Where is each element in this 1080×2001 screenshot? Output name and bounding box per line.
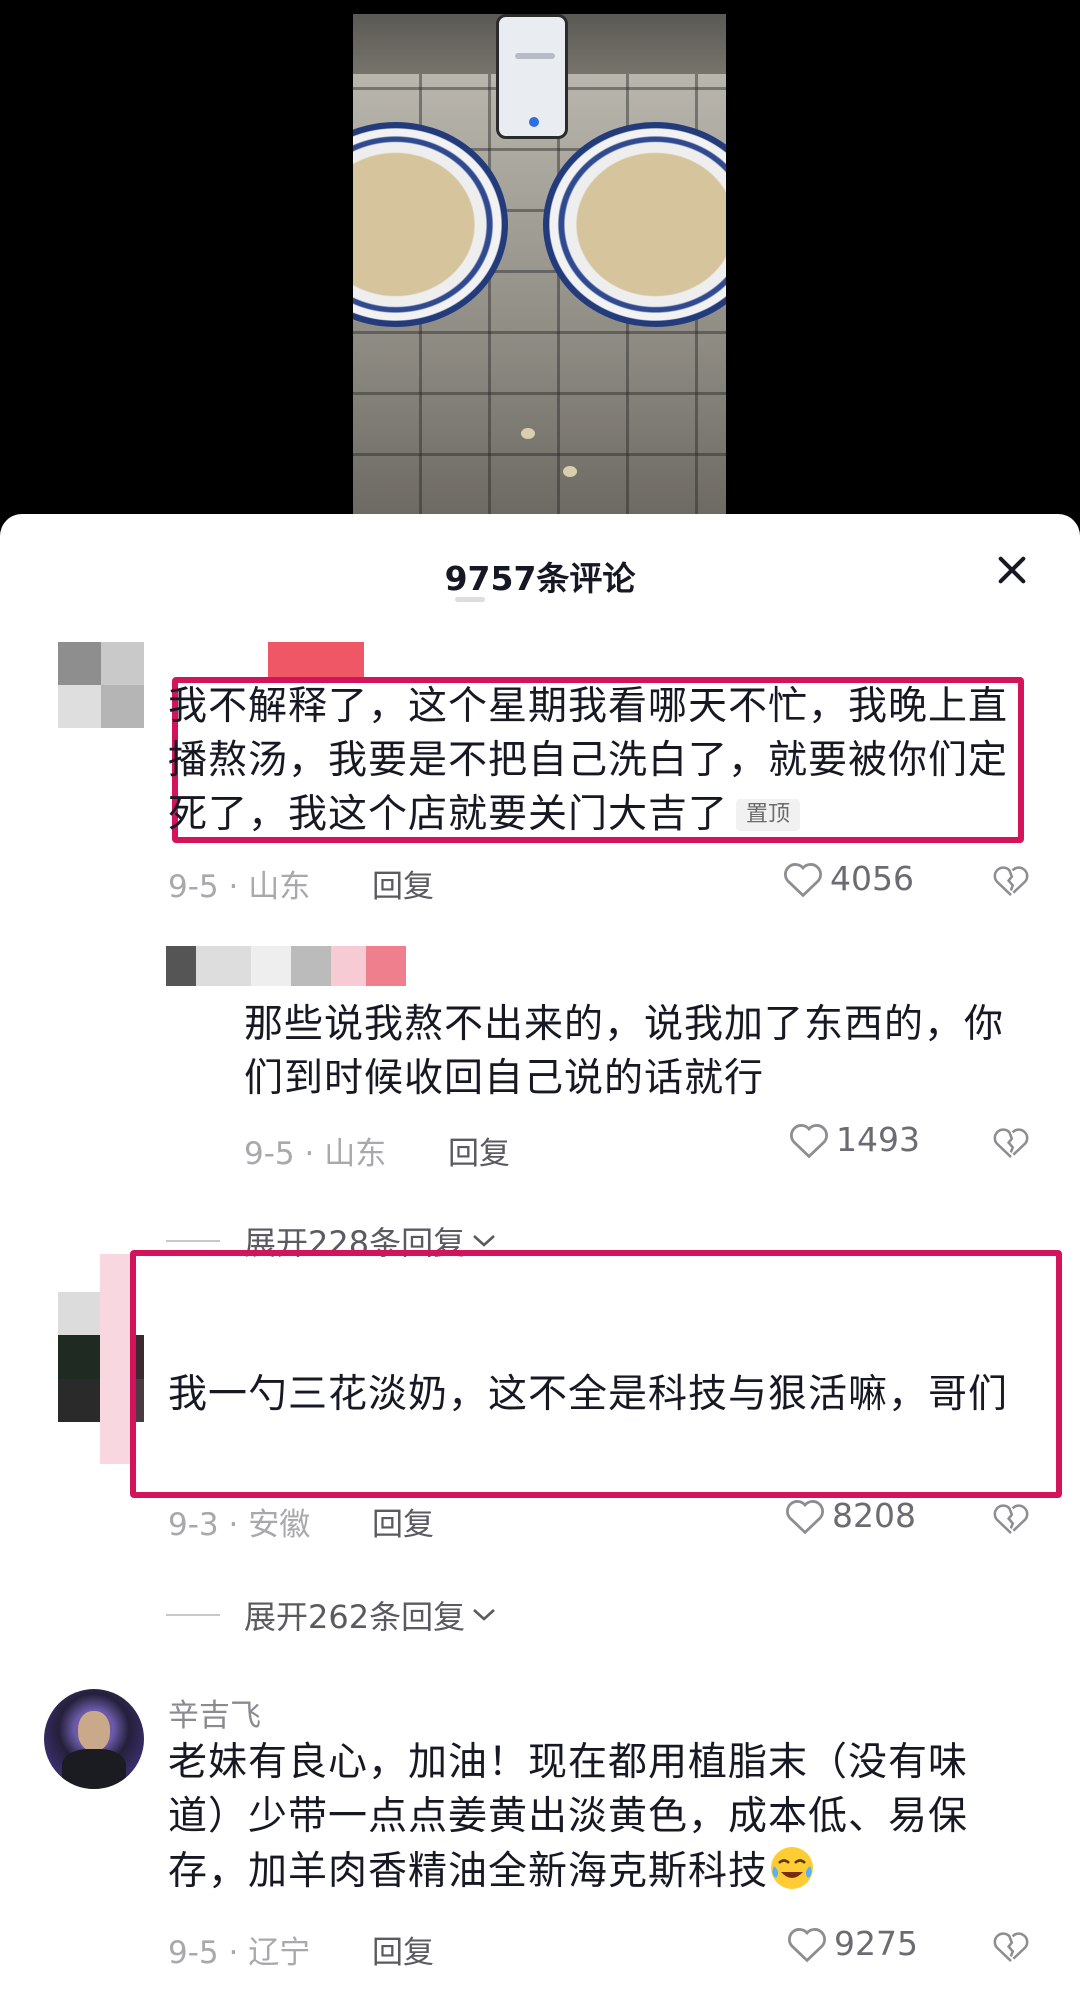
reply-meta: 9-5 · 山东	[244, 1136, 387, 1172]
chevron-down-icon	[473, 1235, 495, 1247]
comment-text: 老妹有良心，加油！现在都用植脂末（没有味道）少带一点点姜黄出淡黄色，成本低、易保…	[168, 1740, 969, 1894]
username-redacted[interactable]	[100, 1254, 130, 1464]
broken-heart-icon[interactable]	[992, 1124, 1030, 1160]
comment-count-title: 9757条评论	[444, 559, 636, 598]
broken-heart-icon[interactable]	[992, 1928, 1030, 1964]
like-button[interactable]: 9275	[786, 1924, 918, 1963]
like-count: 9275	[834, 1924, 918, 1963]
chevron-down-icon	[473, 1609, 495, 1621]
like-button[interactable]: 1493	[788, 1120, 920, 1159]
video-area[interactable]	[0, 0, 1080, 520]
comment-meta: 9-5 · 山东	[168, 869, 311, 905]
title-underline	[455, 597, 485, 602]
expand-replies-label: 展开262条回复	[244, 1598, 466, 1636]
comment-meta: 9-5 · 辽宁	[168, 1935, 311, 1971]
reply-text: 那些说我熬不出来的，说我加了东西的，你们到时候收回自己说的话就行	[244, 1002, 1005, 1101]
username[interactable]: 辛吉飞	[168, 1690, 261, 1735]
like-count: 1493	[836, 1120, 920, 1159]
expand-replies-button[interactable]: 展开262条回复	[166, 1592, 497, 1638]
like-count: 8208	[832, 1496, 916, 1535]
broken-heart-icon[interactable]	[992, 862, 1030, 898]
reply-user-redacted[interactable]	[166, 946, 448, 986]
close-icon[interactable]	[992, 550, 1032, 590]
comment-meta: 9-3 · 安徽	[168, 1507, 311, 1543]
like-count: 4056	[830, 859, 914, 898]
like-button[interactable]: 4056	[782, 859, 914, 898]
heart-icon	[788, 1927, 826, 1962]
username-redacted[interactable]	[268, 642, 364, 682]
reply-button[interactable]: 回复	[372, 1499, 434, 1544]
avatar[interactable]	[58, 642, 144, 728]
crying-laughing-emoji-icon	[771, 1847, 814, 1889]
heart-icon	[790, 1123, 828, 1158]
comment-text: 我一勺三花淡奶，这不全是科技与狠活嘛，哥们	[168, 1372, 1009, 1417]
reply-button[interactable]: 回复	[448, 1128, 510, 1173]
reply-button[interactable]: 回复	[372, 861, 434, 906]
like-button[interactable]: 8208	[784, 1496, 916, 1535]
pinned-badge: 置顶	[736, 799, 801, 831]
heart-icon	[784, 862, 822, 897]
video-thumbnail[interactable]	[353, 14, 726, 514]
reply-button[interactable]: 回复	[372, 1927, 434, 1972]
bean	[563, 466, 577, 477]
avatar[interactable]	[44, 1689, 144, 1789]
comment-panel: 9757条评论 我不解释了，这个星期我看哪天不忙，我晚上直播熬汤，我要是不把自己…	[0, 514, 1080, 2001]
comment-text: 我不解释了，这个星期我看哪天不忙，我晚上直播熬汤，我要是不把自己洗白了，就要被你…	[168, 684, 1009, 837]
broken-heart-icon[interactable]	[992, 1500, 1030, 1536]
heart-icon	[786, 1499, 824, 1534]
bean	[521, 428, 535, 439]
phone-in-video	[496, 14, 568, 139]
